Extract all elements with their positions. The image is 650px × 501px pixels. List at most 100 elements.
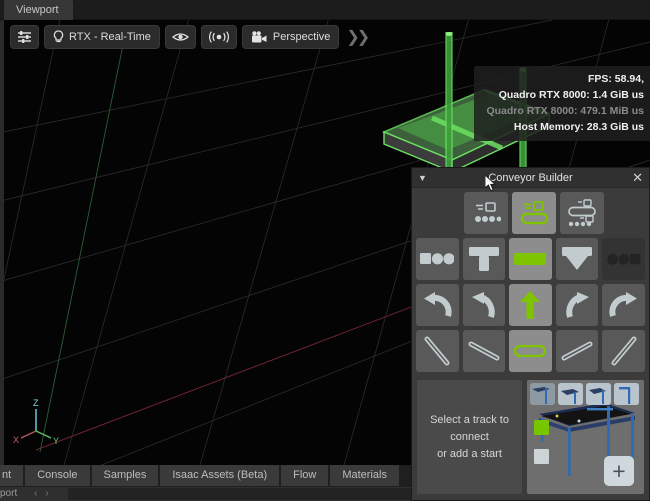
conveyor-builder-panel[interactable]: ▼ Conveyor Builder ✕ Select a track to c… — [411, 167, 650, 501]
variant-2-icon — [558, 383, 583, 405]
segment-down-icon — [468, 341, 500, 361]
row-type — [416, 192, 645, 234]
row-shape — [416, 238, 645, 280]
tee-icon — [468, 247, 499, 271]
conveyor-builder-titlebar[interactable]: ▼ Conveyor Builder ✕ — [412, 168, 649, 188]
tab-materials[interactable]: Materials — [330, 465, 399, 486]
mouse-cursor — [485, 175, 497, 192]
swatch-gray-button[interactable] — [534, 449, 549, 464]
incline-steep-up-button[interactable] — [602, 330, 645, 372]
top-tab-strip: Viewport — [0, 0, 650, 20]
bottom-tab-strip: nt Console Samples Isaac Assets (Beta) F… — [0, 465, 401, 486]
incline-steep-down-button[interactable] — [416, 330, 459, 372]
track-transfer-button[interactable] — [560, 192, 604, 234]
swatch-green-button[interactable] — [534, 420, 549, 435]
straight-bar-icon — [514, 253, 547, 265]
arrow-curve-left-icon — [471, 292, 495, 318]
preview-color-swatches — [534, 420, 549, 478]
shape-blocks-button[interactable] — [416, 238, 459, 280]
shape-funnel-button[interactable] — [555, 238, 599, 280]
viewport-settings-button[interactable] — [10, 25, 39, 49]
bottom-nav-arrows[interactable]: ‹› — [34, 487, 57, 501]
triangle-down-icon[interactable]: ▼ — [418, 173, 432, 183]
tab-isaac-assets[interactable]: Isaac Assets (Beta) — [160, 465, 280, 486]
camera-mode-label: Perspective — [272, 31, 331, 43]
stat-host-memory: Host Memory: 28.3 GiB us — [513, 121, 644, 133]
conveyor-builder-lower: Select a track to connect or add a start — [412, 376, 649, 500]
segment-steep-up-icon — [611, 336, 637, 366]
variant-1-button[interactable] — [530, 383, 555, 405]
tab-flow[interactable]: Flow — [281, 465, 329, 486]
conveyor-builder-body: Select a track to connect or add a start — [412, 188, 649, 500]
visibility-button[interactable] — [164, 25, 196, 49]
segment-flat-icon — [514, 345, 547, 357]
funnel-icon — [562, 247, 593, 270]
arrow-curve-right-wide-icon — [609, 292, 637, 317]
shape-straight-button[interactable] — [509, 238, 552, 280]
turn-left-button[interactable] — [462, 284, 506, 326]
add-track-button[interactable]: + — [604, 456, 634, 486]
track-belt-button[interactable] — [512, 192, 556, 234]
tab-content[interactable]: nt — [0, 465, 24, 486]
tab-viewport[interactable]: Viewport — [4, 0, 73, 20]
tab-console[interactable]: Console — [25, 465, 90, 486]
axis-line-y — [39, 39, 125, 453]
shape-tee-button[interactable] — [462, 238, 506, 280]
turn-right-button[interactable] — [555, 284, 599, 326]
stat-gpu-memory: Quadro RTX 8000: 1.4 GiB us — [498, 89, 644, 101]
track-rollers-button[interactable] — [464, 192, 508, 234]
preview-variant-thumbnails — [530, 383, 639, 405]
row-direction — [416, 284, 645, 326]
variant-3-icon — [586, 383, 611, 405]
variant-1-icon — [530, 383, 555, 405]
conveyor-rollers-icon — [475, 202, 501, 222]
row-incline — [416, 330, 645, 372]
render-mode-label: RTX - Real-Time — [69, 31, 151, 43]
conveyor-option-grid — [412, 192, 649, 376]
stat-gpu-memory-secondary: Quadro RTX 8000: 479.1 MiB us — [486, 105, 644, 117]
track-hint: Select a track to connect or add a start — [417, 380, 522, 494]
stat-fps: FPS: 58.94, — [587, 73, 644, 85]
variant-4-button[interactable] — [614, 383, 639, 405]
camera-icon — [251, 30, 267, 42]
empty-slot — [416, 192, 460, 234]
tab-samples[interactable]: Samples — [91, 465, 159, 486]
incline-down-button[interactable] — [462, 330, 506, 372]
shape-blocks-disabled-button[interactable] — [602, 238, 645, 280]
turn-right-wide-button[interactable] — [602, 284, 645, 326]
chevron-right-icon[interactable]: ❯❯ — [344, 27, 370, 47]
arrow-curve-left-wide-icon — [424, 292, 452, 317]
incline-up-button[interactable] — [555, 330, 599, 372]
sensor-button[interactable] — [200, 25, 237, 49]
conveyor-belt-icon — [520, 201, 549, 225]
sliders-icon — [18, 31, 31, 43]
incline-flat-button[interactable] — [509, 330, 552, 372]
segment-steep-down-icon — [424, 336, 450, 366]
conveyor-builder-title: Conveyor Builder — [488, 171, 573, 184]
render-stats-overlay: FPS: 58.94, Quadro RTX 8000: 1.4 GiB us … — [474, 66, 650, 141]
omniverse-app-window: Viewport RTX - Real-Time Perspective ❯❯ … — [0, 0, 650, 501]
arrow-curve-right-icon — [566, 292, 590, 318]
arrow-up-icon — [520, 291, 541, 319]
turn-left-wide-button[interactable] — [416, 284, 459, 326]
gizmo-label-z: Z — [33, 398, 39, 408]
variant-2-button[interactable] — [558, 383, 583, 405]
track-hint-line1: Select a track to connect — [430, 413, 509, 443]
blocks-dark-icon — [606, 253, 641, 265]
bottom-status-label: port — [0, 488, 18, 499]
lightbulb-icon — [53, 30, 64, 43]
conveyor-preview[interactable]: + — [527, 380, 644, 494]
close-icon[interactable]: ✕ — [629, 171, 643, 184]
camera-mode-button[interactable]: Perspective — [241, 25, 340, 49]
blocks-icon — [420, 252, 455, 264]
gizmo-label-x: X — [13, 435, 19, 445]
variant-3-button[interactable] — [586, 383, 611, 405]
eye-icon — [171, 33, 189, 41]
go-straight-button[interactable] — [509, 284, 552, 326]
broadcast-icon — [208, 31, 229, 43]
gizmo-label-y: Y — [53, 436, 59, 446]
variant-4-icon — [614, 383, 639, 405]
viewport-toolbar: RTX - Real-Time Perspective ❯❯ — [10, 24, 370, 50]
render-mode-button[interactable]: RTX - Real-Time — [44, 25, 160, 49]
axis-gizmo[interactable]: Z X Y — [12, 395, 68, 447]
